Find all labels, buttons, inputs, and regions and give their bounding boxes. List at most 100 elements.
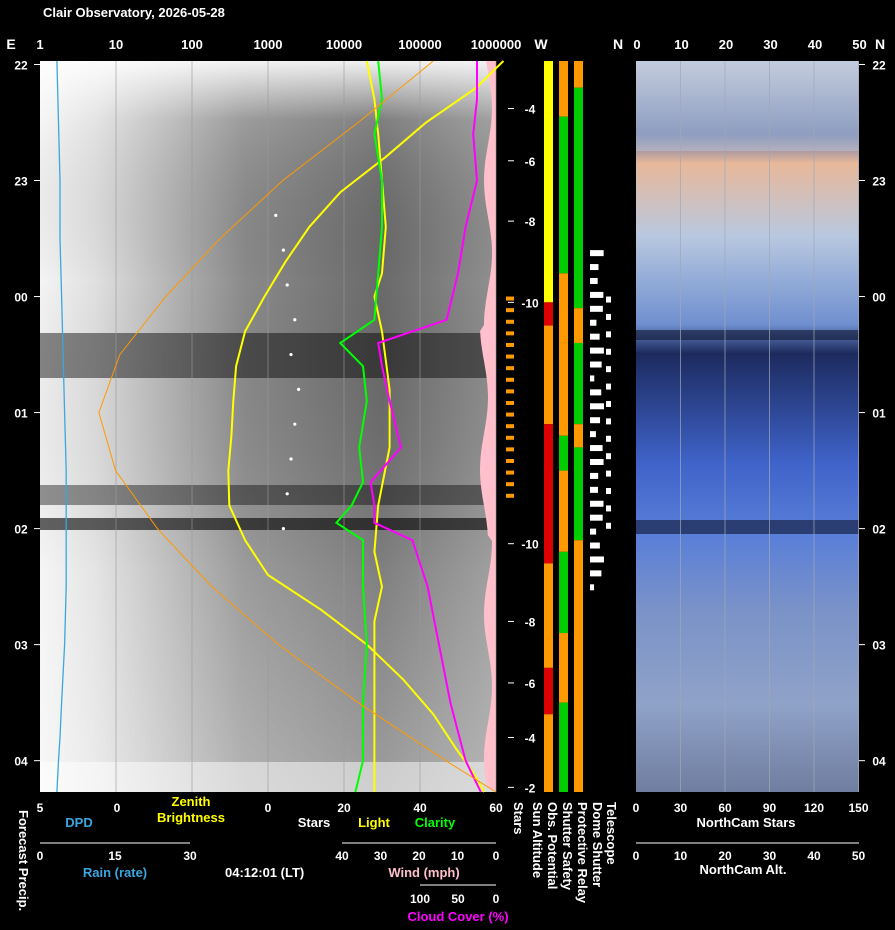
telescope-mark bbox=[606, 505, 611, 512]
shutter-safety-bar-segment bbox=[559, 633, 568, 703]
cloud-label: Cloud Cover (%) bbox=[407, 909, 508, 924]
stars-point bbox=[281, 527, 285, 531]
cloud-tick: 50 bbox=[451, 892, 465, 906]
sun-altitude-tick-label: -10 bbox=[521, 296, 539, 310]
top-axis-log-tick: 100 bbox=[181, 37, 203, 52]
sun-altitude-tick-label: -4 bbox=[525, 731, 536, 745]
stars-point bbox=[297, 387, 301, 391]
top-axis-northcam-tick: 50 bbox=[852, 37, 866, 52]
top-axis-log-tick: 100000 bbox=[398, 37, 441, 52]
shutter-safety-bar-segment bbox=[559, 342, 568, 436]
top-axis-log-tick: 1000000 bbox=[471, 37, 522, 52]
shutter-safety-bar-segment bbox=[559, 702, 568, 792]
dome-shutter-mark bbox=[590, 305, 603, 312]
time-tick-right: 02 bbox=[872, 523, 886, 537]
observatory-chart: Clair Observatory, 2026-05-28 -4 -6 -8 -10 -… bbox=[6, 5, 886, 924]
stars-marker bbox=[506, 458, 514, 463]
top-axis-northcam-tick: 40 bbox=[808, 37, 822, 52]
time-tick-left: 04 bbox=[14, 755, 28, 769]
stars-point bbox=[281, 248, 285, 252]
top-axis-letter-e: E bbox=[6, 36, 15, 52]
dome-shutter-mark bbox=[590, 417, 601, 424]
status-bars bbox=[544, 61, 583, 792]
protective-relay-bar-segment bbox=[574, 540, 583, 792]
northcam-stars-tick: 0 bbox=[633, 801, 640, 815]
stars-point bbox=[285, 492, 289, 496]
stars-marker bbox=[506, 342, 514, 347]
rain-tick: 30 bbox=[183, 849, 197, 863]
stars-marker bbox=[506, 493, 514, 498]
dome-shutter-mark bbox=[590, 458, 604, 465]
telescope-mark bbox=[606, 348, 611, 355]
wind-tick: 0 bbox=[493, 849, 500, 863]
vertical-label: Protective Relay bbox=[575, 802, 590, 904]
top-axis-log-tick: 10 bbox=[109, 37, 123, 52]
obs-potential-bar-segment bbox=[544, 424, 553, 564]
stars-marker bbox=[506, 400, 514, 405]
stars-marker bbox=[506, 412, 514, 417]
dome-shutter-mark bbox=[590, 264, 599, 271]
stars-marker bbox=[506, 424, 514, 429]
shutter-safety-bar-segment bbox=[559, 61, 568, 117]
stars-tick: 40 bbox=[413, 801, 427, 815]
dome-shutter-mark bbox=[590, 486, 598, 493]
rain-tick: 15 bbox=[108, 849, 122, 863]
dome-shutter-mark bbox=[590, 472, 599, 479]
chart-title: Clair Observatory, 2026-05-28 bbox=[43, 5, 225, 20]
dome-shutter-mark bbox=[590, 445, 603, 452]
dome-shutter-mark bbox=[590, 431, 596, 438]
telescope-mark bbox=[606, 487, 611, 494]
top-axis-northcam-tick: 30 bbox=[763, 37, 777, 52]
dome-shutter-mark bbox=[590, 361, 602, 368]
stars-marker bbox=[506, 482, 514, 487]
sun-altitude-tick-label: -8 bbox=[525, 215, 536, 229]
obs-potential-bar-segment bbox=[544, 61, 553, 303]
stars-marker bbox=[506, 308, 514, 313]
sun-altitude-tick-label: -6 bbox=[525, 677, 536, 691]
sun-altitude-axis: -4 -6 -8 -10 -10 -8 -6 -4 -2 bbox=[506, 103, 539, 795]
dpd-tick: 0 bbox=[114, 801, 121, 815]
dome-shutter-mark bbox=[590, 556, 604, 563]
northcam-stars-tick: 120 bbox=[804, 801, 824, 815]
timestamp: 04:12:01 (LT) bbox=[225, 865, 304, 880]
vertical-label: Telescope bbox=[604, 802, 619, 865]
wind-tick: 30 bbox=[374, 849, 388, 863]
protective-relay-bar-segment bbox=[574, 308, 583, 343]
dome-shutter-mark bbox=[590, 319, 597, 326]
wind-tick: 10 bbox=[451, 849, 465, 863]
dome-shutter-mark bbox=[590, 570, 602, 577]
clarity-label: Clarity bbox=[415, 815, 456, 830]
dome-shutter-mark bbox=[590, 528, 597, 535]
telescope-mark bbox=[606, 453, 611, 460]
shutter-safety-bar-segment bbox=[559, 470, 568, 552]
time-tick-left: 03 bbox=[14, 639, 28, 653]
obs-potential-bar-segment bbox=[544, 325, 553, 425]
light-label: Light bbox=[358, 815, 390, 830]
cloud-tick: 0 bbox=[493, 892, 500, 906]
protective-relay-bar-segment bbox=[574, 342, 583, 425]
northcam-panel bbox=[636, 61, 859, 792]
dome-shutter-mark bbox=[590, 542, 600, 549]
vertical-label: Stars bbox=[511, 802, 526, 835]
dome-shutter-mark bbox=[590, 500, 604, 507]
wind-label: Wind (mph) bbox=[388, 865, 459, 880]
stars-point bbox=[274, 213, 278, 217]
obs-potential-bar-segment bbox=[544, 667, 553, 715]
dpd-tick: 5 bbox=[37, 801, 44, 815]
dpd-label: DPD bbox=[65, 815, 92, 830]
forecast-label: Forecast Precip. bbox=[16, 810, 31, 911]
stars-label: Stars bbox=[298, 815, 331, 830]
top-axis-log-tick: 10000 bbox=[326, 37, 362, 52]
northcam-stars-tick: 60 bbox=[718, 801, 732, 815]
stars-tick: 60 bbox=[489, 801, 503, 815]
stars-tick: 20 bbox=[337, 801, 351, 815]
sun-altitude-tick-label: -8 bbox=[525, 615, 536, 629]
northcam-alt-tick: 20 bbox=[718, 849, 732, 863]
stars-marker bbox=[506, 447, 514, 452]
northcam-stars-label: NorthCam Stars bbox=[697, 815, 796, 830]
stars-marker bbox=[506, 470, 514, 475]
telescope-mark bbox=[606, 366, 611, 373]
top-axis-northcam-tick: 10 bbox=[674, 37, 688, 52]
time-axis-left: 22 23 00 01 02 03 04 bbox=[14, 58, 40, 769]
shutter-safety-bar-segment bbox=[559, 435, 568, 471]
